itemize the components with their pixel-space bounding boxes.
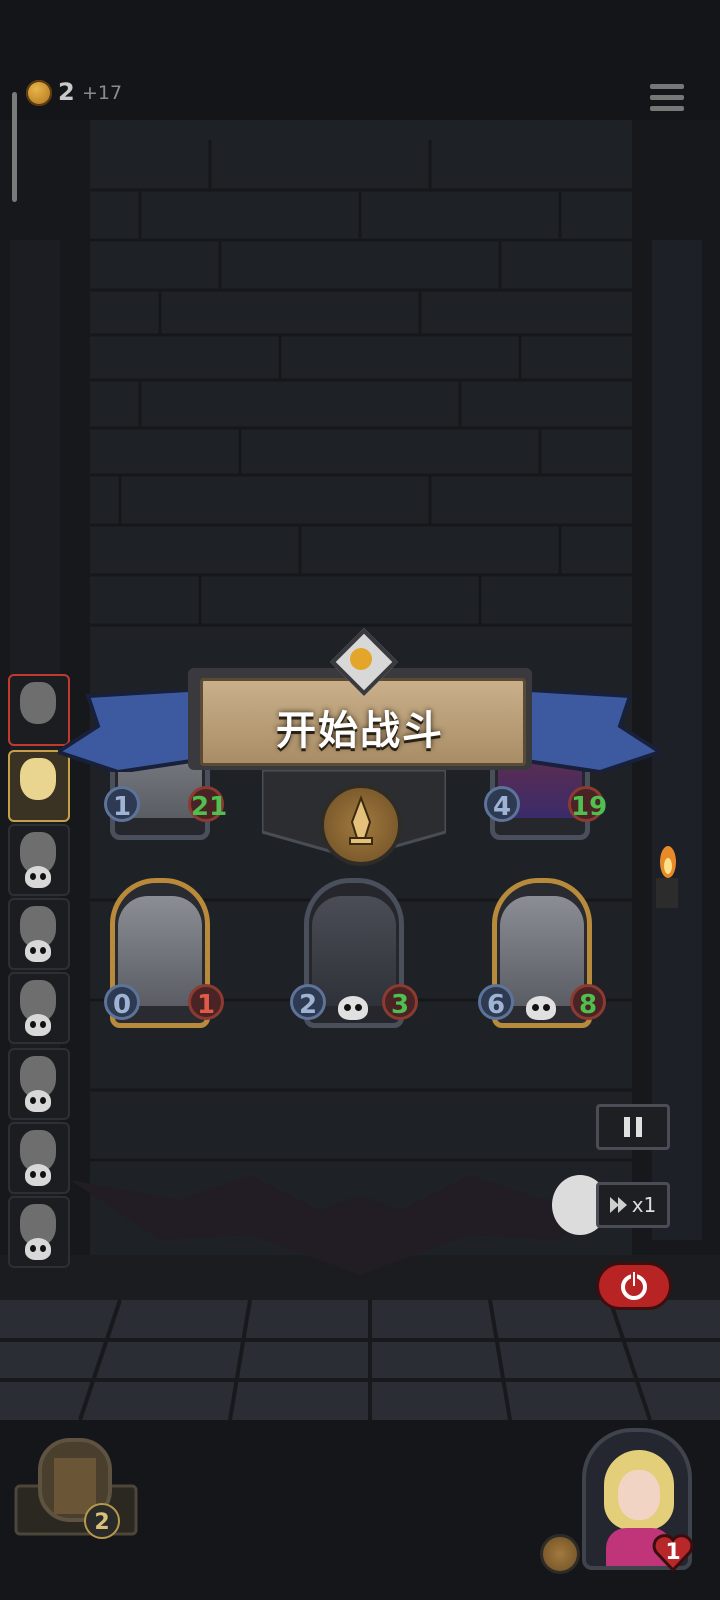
- gem-core: [350, 648, 372, 670]
- scroll-indicator: [12, 92, 17, 202]
- hero-portrait-icon: [20, 758, 56, 800]
- fast-forward-icon: [609, 1197, 627, 1213]
- roster-slot-3[interactable]: [8, 824, 70, 896]
- skull-icon: [25, 1164, 51, 1186]
- skull-icon: [25, 866, 51, 888]
- health-stat: 19: [568, 786, 607, 822]
- skull-icon: [526, 996, 556, 1020]
- player-card-3[interactable]: 6 8: [478, 878, 606, 1032]
- pause-icon: [624, 1117, 642, 1137]
- hero-portrait-icon: [20, 682, 56, 724]
- speed-label: x1: [631, 1193, 657, 1217]
- attack-stat: 6: [478, 984, 514, 1020]
- coin-count: 2: [58, 78, 75, 106]
- health-stat: 1: [188, 984, 224, 1020]
- skull-icon: [25, 1238, 51, 1260]
- attack-stat: 0: [104, 984, 140, 1020]
- skull-icon: [25, 940, 51, 962]
- player-card-2[interactable]: 2 3: [290, 878, 418, 1032]
- chest-icon[interactable]: [6, 1430, 146, 1538]
- attack-stat: 4: [484, 786, 520, 822]
- hero-face: [618, 1470, 660, 1520]
- health-stat: 8: [570, 984, 606, 1020]
- hamburger-menu-icon[interactable]: [650, 84, 684, 116]
- attack-stat: 1: [104, 786, 140, 822]
- card-art: [500, 896, 584, 1006]
- hero-attack-icon: [540, 1534, 580, 1574]
- crown-coin-icon: [26, 80, 52, 106]
- speed-button[interactable]: x1: [596, 1182, 670, 1228]
- skull-icon: [25, 1090, 51, 1112]
- card-art: [312, 896, 396, 1006]
- coin-gain: +17: [82, 82, 123, 104]
- roster-slot-4[interactable]: [8, 898, 70, 970]
- roster-slot-7[interactable]: [8, 1122, 70, 1194]
- power-button[interactable]: [596, 1262, 672, 1310]
- health-stat: 21: [188, 786, 227, 822]
- attack-stat: 2: [290, 984, 326, 1020]
- start-battle-title: 开始战斗: [276, 708, 444, 754]
- roster-slot-5[interactable]: [8, 972, 70, 1044]
- pause-button[interactable]: [596, 1104, 670, 1150]
- skull-icon: [25, 1014, 51, 1036]
- roster-slot-6[interactable]: [8, 1048, 70, 1120]
- player-card-1[interactable]: 0 1: [104, 878, 224, 1032]
- power-icon: [621, 1270, 647, 1300]
- health-stat: 3: [382, 984, 418, 1020]
- roster-slot-8[interactable]: [8, 1196, 70, 1268]
- sword-icon: [320, 784, 402, 866]
- hero-health: 1: [665, 1540, 681, 1565]
- skull-icon: [338, 996, 368, 1020]
- chest-count-badge: 2: [84, 1503, 120, 1539]
